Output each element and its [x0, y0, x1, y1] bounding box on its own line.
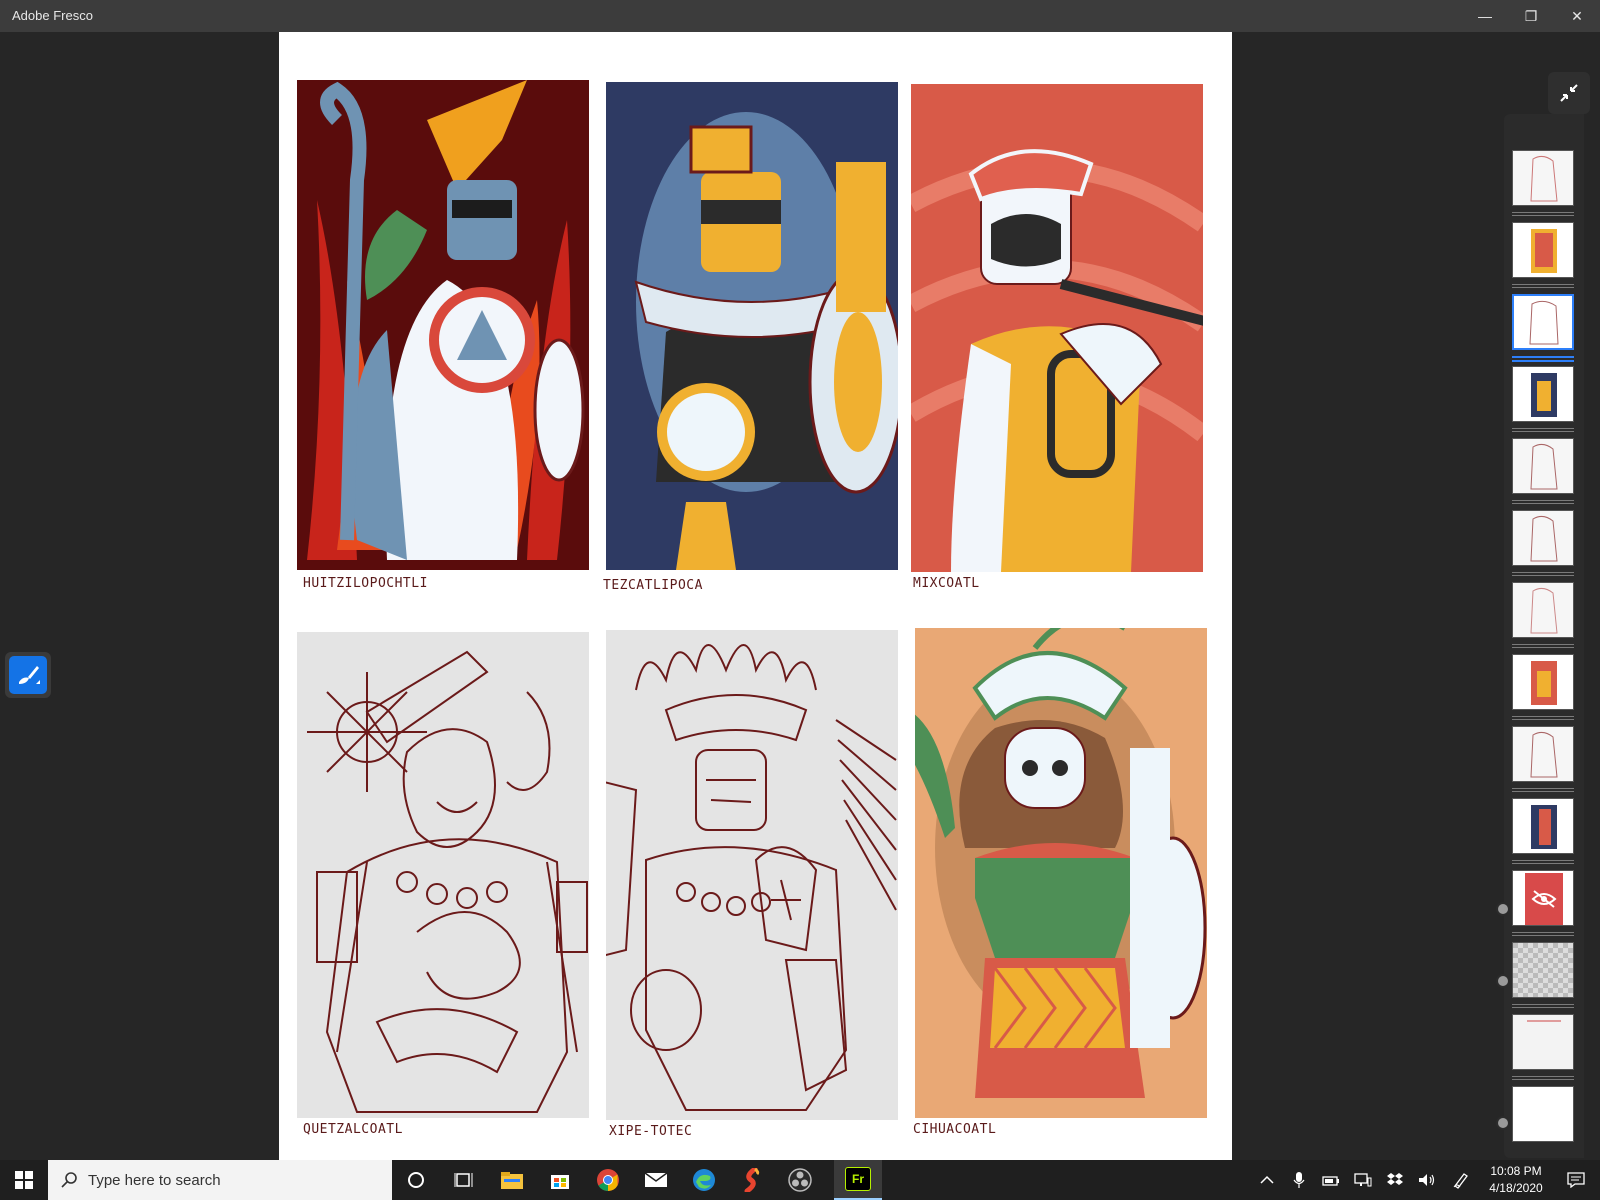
edge-button[interactable]	[680, 1160, 728, 1200]
sketchbook-button[interactable]	[728, 1160, 776, 1200]
mail-button[interactable]	[632, 1160, 680, 1200]
layer-image-toggle-14[interactable]	[1496, 1116, 1510, 1130]
close-button[interactable]: ✕	[1554, 0, 1600, 32]
start-button[interactable]	[0, 1160, 48, 1200]
caption-mixcoatl: MIXCOATL	[913, 576, 980, 591]
pen-icon	[1453, 1173, 1468, 1189]
title-bar: Adobe Fresco — ❐ ✕	[0, 0, 1600, 32]
chrome-icon	[597, 1169, 619, 1191]
pen-tray-button[interactable]	[1316, 1160, 1346, 1200]
layer-thumb-8[interactable]	[1512, 654, 1574, 710]
store-icon	[551, 1175, 569, 1189]
layer-thumb-6[interactable]	[1512, 510, 1574, 566]
artwork-panel-xipe-totec	[606, 630, 898, 1120]
layer-thumb-5[interactable]	[1512, 438, 1574, 494]
tray-overflow-button[interactable]	[1252, 1160, 1282, 1200]
taskbar-search-input[interactable]: Type here to search	[48, 1160, 392, 1200]
chrome-button[interactable]	[584, 1160, 632, 1200]
caption-cihuacoatl: CIHUACOATL	[913, 1122, 997, 1137]
search-icon	[61, 1172, 77, 1188]
task-view-icon	[454, 1173, 473, 1187]
volume-tray-button[interactable]	[1412, 1160, 1442, 1200]
task-view-button[interactable]	[440, 1160, 488, 1200]
store-button[interactable]	[536, 1160, 584, 1200]
layer-mask-toggle-12[interactable]	[1496, 974, 1510, 988]
layer-thumb-3-selected[interactable]	[1512, 294, 1574, 350]
layer-thumb-10[interactable]	[1512, 798, 1574, 854]
mail-icon	[644, 1172, 668, 1187]
layer-thumb-11-hidden[interactable]	[1512, 870, 1574, 926]
cortana-icon	[408, 1172, 424, 1188]
artwork-panel-cihuacoatl	[915, 628, 1207, 1118]
fresco-taskbar-button[interactable]: Fr	[834, 1160, 882, 1200]
cortana-button[interactable]	[392, 1160, 440, 1200]
volume-icon	[1419, 1174, 1435, 1186]
layer-thumb-4[interactable]	[1512, 366, 1574, 422]
layer-thumb-1[interactable]	[1512, 150, 1574, 206]
app-title: Adobe Fresco	[12, 8, 93, 23]
file-explorer-button[interactable]	[488, 1160, 536, 1200]
layers-panel	[1496, 114, 1584, 1158]
edge-icon	[693, 1169, 715, 1191]
layer-thumb-13[interactable]	[1512, 1014, 1574, 1070]
workspace: HUITZILOPOCHTLI TEZCATLIPOCA MIXCOATL QU…	[0, 32, 1600, 1160]
caption-tezcatlipoca: TEZCATLIPOCA	[603, 578, 703, 593]
artwork-panel-quetzalcoatl	[297, 632, 589, 1118]
taskbar: Type here to search Fr 10:08 PM 4/18/202…	[0, 1160, 1600, 1200]
maximize-button[interactable]: ❐	[1508, 0, 1554, 32]
caption-huitzilopochtli: HUITZILOPOCHTLI	[303, 576, 428, 591]
sketchbook-icon	[744, 1168, 760, 1192]
obs-icon	[788, 1168, 812, 1192]
fresco-icon: Fr	[845, 1167, 871, 1191]
microphone-icon	[1293, 1172, 1305, 1188]
pen-workspace-tray-button[interactable]	[1446, 1160, 1476, 1200]
network-icon	[1354, 1173, 1372, 1187]
layer-thumb-12[interactable]	[1512, 942, 1574, 998]
action-center-button[interactable]	[1556, 1160, 1596, 1200]
exit-fullscreen-button[interactable]	[1548, 72, 1590, 114]
layer-thumb-9[interactable]	[1512, 726, 1574, 782]
document-canvas[interactable]: HUITZILOPOCHTLI TEZCATLIPOCA MIXCOATL QU…	[279, 32, 1232, 1160]
windows-icon	[15, 1171, 33, 1189]
collapse-icon	[1560, 84, 1578, 102]
battery-pen-icon	[1322, 1176, 1339, 1186]
dropbox-tray-button[interactable]	[1380, 1160, 1410, 1200]
notifications-icon	[1567, 1172, 1585, 1188]
microphone-tray-button[interactable]	[1284, 1160, 1314, 1200]
brush-icon	[9, 656, 47, 694]
clock-time: 10:08 PM	[1490, 1164, 1542, 1178]
clock-date: 4/18/2020	[1489, 1181, 1543, 1195]
caption-quetzalcoatl: QUETZALCOATL	[303, 1122, 403, 1137]
dropbox-icon	[1387, 1173, 1403, 1185]
artwork-panel-tezcatlipoca	[606, 82, 898, 570]
artwork-panel-huitzilopochtli	[297, 80, 589, 570]
artwork-panel-mixcoatl	[911, 84, 1203, 572]
layer-thumb-2[interactable]	[1512, 222, 1574, 278]
layer-thumb-7[interactable]	[1512, 582, 1574, 638]
layer-mask-toggle-11[interactable]	[1496, 902, 1510, 916]
layer-thumb-14-background[interactable]	[1512, 1086, 1574, 1142]
caption-xipe-totec: XIPE-TOTEC	[609, 1124, 693, 1139]
chevron-up-icon	[1260, 1175, 1274, 1184]
file-explorer-icon	[501, 1172, 523, 1189]
taskbar-clock[interactable]: 10:08 PM 4/18/2020	[1476, 1163, 1556, 1197]
network-tray-button[interactable]	[1348, 1160, 1378, 1200]
obs-button[interactable]	[776, 1160, 824, 1200]
minimize-button[interactable]: —	[1462, 0, 1508, 32]
brush-tool-button[interactable]	[5, 652, 51, 698]
search-placeholder: Type here to search	[88, 1172, 221, 1189]
